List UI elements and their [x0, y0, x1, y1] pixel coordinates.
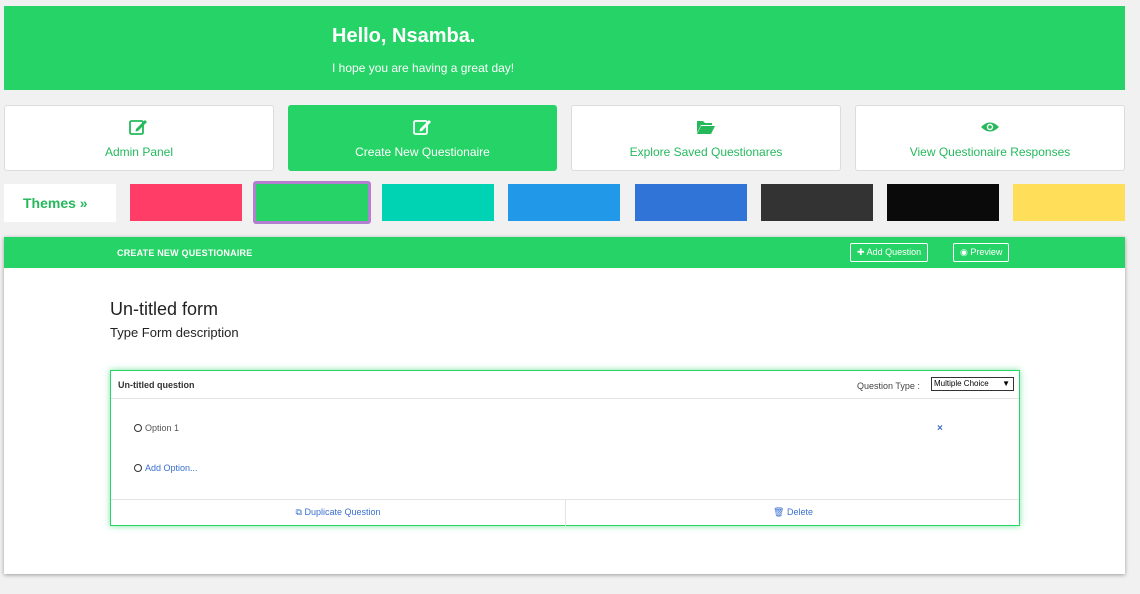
question-card: Un-titled question Question Type : Multi…: [110, 370, 1020, 526]
nav-view-responses-label: View Questionaire Responses: [909, 145, 1071, 159]
greeting-title: Hello, Nsamba.: [332, 25, 476, 47]
add-option-link[interactable]: Add Option...: [145, 463, 198, 473]
theme-swatch-dark-gray[interactable]: [761, 184, 873, 221]
question-type-select[interactable]: Multiple Choice ▼: [931, 377, 1014, 391]
divider: [111, 398, 1019, 399]
radio-icon: [134, 424, 142, 432]
folder-open-icon: [697, 121, 715, 134]
question-type-label: Question Type :: [857, 381, 920, 391]
delete-question-button[interactable]: 🗑 Delete: [566, 499, 1020, 526]
form-title[interactable]: Un-titled form: [110, 299, 218, 320]
form-description[interactable]: Type Form description: [110, 325, 239, 340]
plus-icon: ✚: [857, 247, 865, 257]
edit-icon: [412, 120, 431, 135]
nav-view-responses[interactable]: View Questionaire Responses: [855, 105, 1125, 171]
nav-explore-saved[interactable]: Explore Saved Questionares: [571, 105, 841, 171]
panel-header: CREATE NEW QUESTIONAIRE ✚ Add Question ◉…: [4, 237, 1125, 268]
nav-create-questionaire[interactable]: Create New Questionaire: [288, 105, 557, 171]
copy-icon: ⧉: [295, 507, 302, 517]
theme-swatch-yellow[interactable]: [1013, 184, 1125, 221]
theme-swatch-teal[interactable]: [382, 184, 494, 221]
preview-label: Preview: [970, 247, 1003, 257]
dropdown-caret-icon: ▼: [1002, 379, 1010, 388]
edit-icon: [129, 120, 147, 135]
option-1-text[interactable]: Option 1: [145, 423, 179, 433]
delete-label: Delete: [786, 507, 813, 517]
panel-title: CREATE NEW QUESTIONAIRE: [117, 248, 253, 258]
theme-swatch-blue[interactable]: [635, 184, 747, 221]
nav-admin-panel[interactable]: Admin Panel: [4, 105, 274, 171]
greeting-message: I hope you are having a great day!: [332, 61, 515, 75]
preview-icon: ◉: [960, 247, 968, 257]
themes-label: Themes »: [4, 184, 116, 222]
remove-option-icon[interactable]: ×: [937, 423, 943, 434]
question-type-value: Multiple Choice: [934, 379, 989, 388]
add-question-button[interactable]: ✚ Add Question: [850, 243, 929, 262]
nav-admin-panel-label: Admin Panel: [104, 145, 174, 159]
greeting-banner: Hello, Nsamba. I hope you are having a g…: [4, 6, 1125, 90]
add-question-label: Add Question: [866, 247, 922, 257]
radio-icon: [134, 464, 142, 472]
theme-swatch-pink[interactable]: [130, 184, 242, 221]
preview-button[interactable]: ◉ Preview: [953, 243, 1010, 262]
theme-swatch-sky-blue[interactable]: [508, 184, 620, 221]
duplicate-question-button[interactable]: ⧉ Duplicate Question: [111, 499, 565, 526]
question-title[interactable]: Un-titled question: [118, 380, 195, 390]
theme-swatch-black[interactable]: [887, 184, 999, 221]
trash-icon: 🗑: [773, 507, 785, 517]
nav-create-questionaire-label: Create New Questionaire: [355, 145, 490, 159]
nav-explore-saved-label: Explore Saved Questionares: [629, 145, 783, 159]
duplicate-label: Duplicate Question: [304, 507, 381, 517]
questionaire-panel: CREATE NEW QUESTIONAIRE ✚ Add Question ◉…: [4, 237, 1125, 574]
theme-swatch-green[interactable]: [253, 181, 371, 224]
eye-icon: [981, 122, 999, 132]
